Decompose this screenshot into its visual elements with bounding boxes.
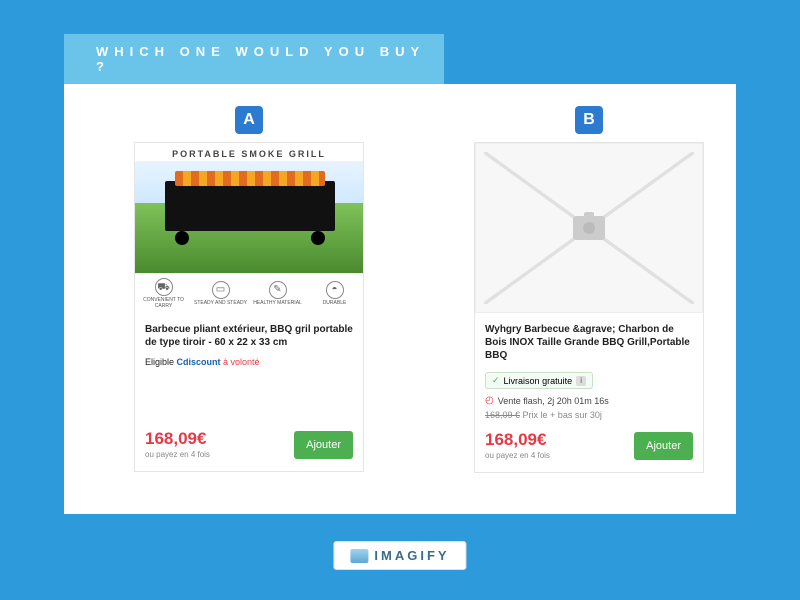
product-title-a: Barbecue pliant extérieur, BBQ gril port… (145, 323, 353, 349)
feature-healthy: ✎ HEALTHY MATERIAL (249, 274, 306, 313)
option-a-badge: A (235, 106, 263, 134)
flash-sale-line: ◴ Vente flash, 2j 20h 01m 16s (485, 395, 693, 406)
installment-a: ou payez en 4 fois (145, 450, 210, 459)
footer-brand[interactable]: IMAGIFY (333, 541, 466, 570)
title-banner: WHICH ONE WOULD YOU BUY ? (64, 34, 444, 84)
product-title-b: Wyhgry Barbecue &agrave; Charbon de Bois… (485, 323, 693, 362)
imagify-logo-text: IMAGIFY (374, 548, 449, 563)
installment-b: ou payez en 4 fois (485, 451, 550, 460)
old-price-line: 168,09 € Prix le + bas sur 30j (485, 410, 693, 420)
image-overlay-title: PORTABLE SMOKE GRILL (135, 149, 363, 159)
feature-durable: ◓ DURABLE (306, 274, 363, 313)
leaf-icon: ✎ (269, 281, 287, 299)
clock-icon: ◴ (485, 395, 494, 406)
product-card-a[interactable]: PORTABLE SMOKE GRILL ⛟ CONVENIENT TO CAR… (134, 142, 364, 472)
feature-carry: ⛟ CONVENIENT TO CARRY (135, 274, 192, 313)
add-button-b[interactable]: Ajouter (634, 432, 693, 460)
product-image-a: PORTABLE SMOKE GRILL ⛟ CONVENIENT TO CAR… (135, 143, 363, 313)
option-b-column: B Wyhgry Barbecue &agrave; Charbon de Bo… (464, 106, 714, 473)
option-b-badge: B (575, 106, 603, 134)
price-row-b: 168,09€ ou payez en 4 fois Ajouter (475, 422, 703, 460)
shield-icon: ◓ (326, 281, 344, 299)
product-image-b-placeholder (475, 143, 703, 313)
option-a-column: A PORTABLE SMOKE GRILL ⛟ CONVENIENT TO C… (124, 106, 374, 472)
info-icon[interactable]: i (576, 376, 586, 386)
comparison-panel: A PORTABLE SMOKE GRILL ⛟ CONVENIENT TO C… (64, 84, 736, 514)
check-icon: ✓ (492, 375, 500, 386)
product-card-b[interactable]: Wyhgry Barbecue &agrave; Charbon de Bois… (474, 142, 704, 473)
eligible-line: Eligible Cdiscount à volonté (145, 357, 353, 367)
car-icon: ⛟ (155, 278, 173, 296)
imagify-logo-icon (350, 549, 368, 563)
feature-steady: ▭ STEADY AND STEADY (192, 274, 249, 313)
title-text: WHICH ONE WOULD YOU BUY ? (96, 44, 444, 74)
steady-icon: ▭ (212, 281, 230, 299)
camera-icon (573, 216, 605, 240)
grill-illustration (165, 181, 335, 231)
free-shipping-pill: ✓ Livraison gratuite i (485, 372, 593, 389)
add-button-a[interactable]: Ajouter (294, 431, 353, 459)
price-a: 168,09€ (145, 429, 210, 449)
feature-row: ⛟ CONVENIENT TO CARRY ▭ STEADY AND STEAD… (135, 273, 363, 313)
price-row-a: 168,09€ ou payez en 4 fois Ajouter (135, 421, 363, 459)
price-b: 168,09€ (485, 430, 550, 450)
